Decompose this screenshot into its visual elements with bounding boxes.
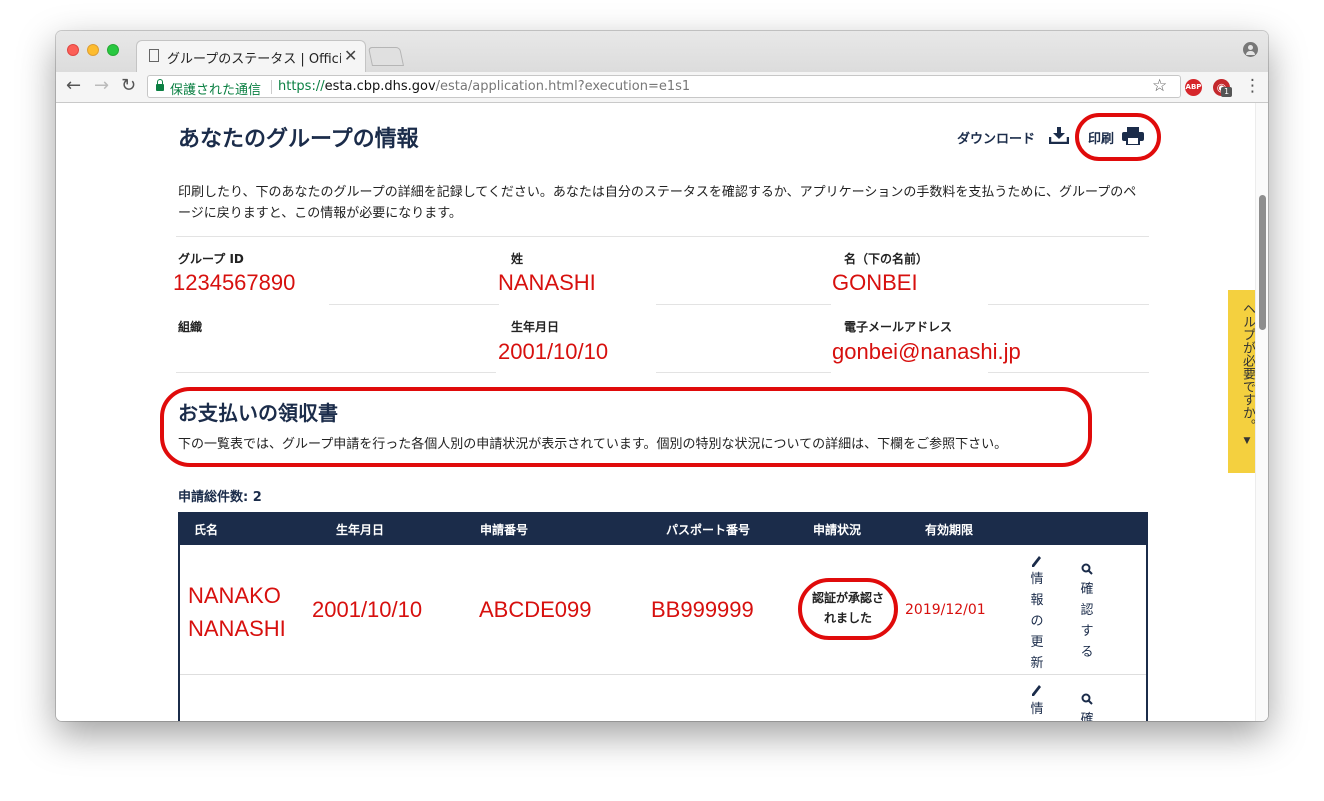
- address-bar[interactable]: 保護された通信 https://esta.cbp.dhs.gov/esta/ap…: [147, 75, 1181, 98]
- tab-close-icon[interactable]: ✕: [344, 46, 357, 65]
- update-info-link[interactable]: 情報の更新: [1029, 569, 1045, 674]
- url-separator: [271, 80, 272, 94]
- print-link[interactable]: 印刷: [1088, 128, 1114, 147]
- adblock-icon[interactable]: ABP: [1185, 79, 1202, 96]
- given-name-label: 名（下の名前）: [844, 252, 929, 266]
- field-underline: [988, 304, 1149, 305]
- email-label: 電子メールアドレス: [844, 320, 953, 334]
- receipt-description: 下の一覧表では、グループ申請を行った各個人別の申請状況が表示されています。個別の…: [178, 437, 1008, 452]
- header-name: 氏名: [194, 523, 219, 537]
- header-expiry: 有効期限: [925, 523, 974, 537]
- profile-icon[interactable]: [1243, 42, 1258, 57]
- bookmark-star-icon[interactable]: ☆: [1152, 76, 1167, 96]
- back-icon[interactable]: ←: [66, 76, 81, 96]
- surname-label: 姓: [511, 252, 524, 266]
- header-passport-number: パスポート番号: [666, 523, 751, 537]
- title-bar: グループのステータス | Official ✕: [56, 31, 1268, 72]
- search-icon[interactable]: [1081, 693, 1093, 705]
- field-underline: [656, 372, 831, 373]
- header-status: 申請状況: [813, 523, 862, 537]
- url-text: https://esta.cbp.dhs.gov/esta/applicatio…: [278, 79, 691, 94]
- organization-label: 組織: [178, 320, 203, 334]
- page-content: あなたのグループの情報 ダウンロード 印刷 印刷したり、下のあなたのグループの詳…: [160, 103, 1161, 721]
- pencil-icon[interactable]: [1032, 684, 1042, 696]
- new-tab-button[interactable]: [367, 47, 405, 66]
- header-application-number: 申請番号: [480, 523, 529, 537]
- surname-value: NANASHI: [498, 270, 596, 295]
- table-header: 氏名 生年月日 申請番号 パスポート番号 申請状況 有効期限: [178, 512, 1148, 545]
- tab-title: グループのステータス | Official: [167, 52, 341, 67]
- extension-badge: 1: [1221, 87, 1232, 97]
- field-underline: [176, 372, 496, 373]
- applicant-name: NANAKO NANASHI: [188, 583, 286, 641]
- reload-icon[interactable]: ↻: [121, 76, 136, 96]
- close-window-button[interactable]: [67, 44, 79, 56]
- group-id-value: 1234567890: [173, 270, 296, 295]
- check-link[interactable]: 確: [1079, 709, 1095, 721]
- download-icon[interactable]: [1049, 126, 1069, 144]
- total-applications: 申請総件数: 2: [178, 490, 262, 505]
- scrollbar-thumb[interactable]: [1259, 195, 1266, 330]
- dob-label: 生年月日: [511, 320, 560, 334]
- header-dob: 生年月日: [336, 523, 385, 537]
- field-underline: [656, 304, 831, 305]
- check-link[interactable]: 確認する: [1079, 579, 1095, 663]
- intro-text: 印刷したり、下のあなたのグループの詳細を記録してください。あなたは自分のステータ…: [178, 185, 1137, 221]
- page-viewport: あなたのグループの情報 ダウンロード 印刷 印刷したり、下のあなたのグループの詳…: [56, 103, 1268, 721]
- email-value: gonbei@nanashi.jp: [832, 339, 1021, 364]
- given-name-value: GONBEI: [832, 270, 918, 295]
- forward-icon[interactable]: →: [94, 76, 109, 96]
- browser-tab[interactable]: グループのステータス | Official ✕: [136, 40, 366, 72]
- passport-number: BB999999: [651, 597, 754, 622]
- update-info-link[interactable]: 情: [1029, 699, 1045, 720]
- minimize-window-button[interactable]: [87, 44, 99, 56]
- page-scrollbar[interactable]: [1255, 103, 1268, 721]
- printer-icon[interactable]: [1122, 127, 1144, 145]
- applications-table: 氏名 生年月日 申請番号 パスポート番号 申請状況 有効期限 NANAKO NA…: [178, 512, 1148, 721]
- secure-label: 保護された通信: [170, 83, 262, 98]
- receipt-title: お支払いの領収書: [178, 401, 338, 425]
- field-underline: [988, 372, 1149, 373]
- lock-icon: [156, 79, 164, 91]
- field-underline: [329, 304, 499, 305]
- browser-toolbar: ← → ↻ 保護された通信 https://esta.cbp.dhs.gov/e…: [56, 72, 1268, 103]
- chevron-down-icon: ▼: [1242, 436, 1252, 447]
- page-title: あなたのグループの情報: [178, 127, 419, 152]
- group-id-label: グループ ID: [178, 252, 244, 266]
- browser-menu-icon[interactable]: ⋮: [1244, 76, 1261, 96]
- browser-window: グループのステータス | Official ✕ ← → ↻ 保護された通信 ht…: [56, 31, 1268, 721]
- expiry-date: 2019/12/01: [905, 602, 986, 618]
- pencil-icon[interactable]: [1032, 555, 1042, 567]
- status-badge: 認証が承認されました: [811, 591, 884, 625]
- divider: [176, 236, 1149, 237]
- applicant-dob: 2001/10/10: [312, 597, 423, 622]
- maximize-window-button[interactable]: [107, 44, 119, 56]
- row-divider: [180, 674, 1146, 675]
- search-icon[interactable]: [1081, 563, 1093, 575]
- application-number: ABCDE099: [479, 597, 592, 622]
- dob-value: 2001/10/10: [498, 339, 609, 364]
- download-link[interactable]: ダウンロード: [957, 128, 1035, 147]
- page-icon: [149, 49, 159, 62]
